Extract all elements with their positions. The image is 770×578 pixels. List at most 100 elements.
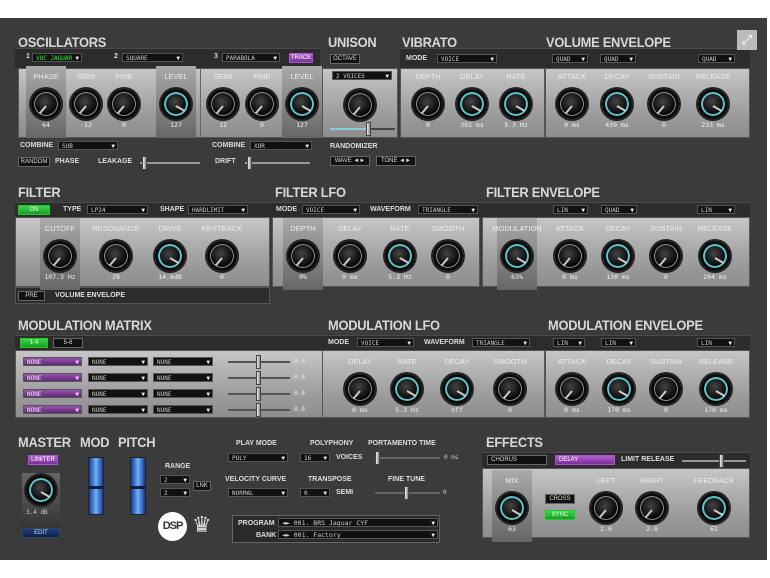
filter-lfo-rate-knob[interactable]: [385, 241, 415, 271]
osc2-wave-dropdown[interactable]: SQUARE: [122, 53, 183, 62]
vol-attack-knob[interactable]: [557, 89, 587, 119]
filter-attack-curve-dropdown[interactable]: LIN: [553, 205, 588, 214]
filter-on-button[interactable]: ON: [18, 205, 50, 215]
keytrack-knob[interactable]: [207, 241, 237, 271]
feedback-knob[interactable]: [699, 493, 729, 523]
mod-via-dropdown[interactable]: NONE: [153, 357, 213, 366]
filter-decay-knob[interactable]: [603, 241, 633, 271]
drift-slider[interactable]: [245, 156, 310, 170]
drive-knob[interactable]: [155, 241, 185, 271]
filter-shape-dropdown[interactable]: HARDLIMIT: [188, 205, 248, 214]
mod-release-knob[interactable]: [701, 374, 731, 404]
leakage-slider[interactable]: [140, 156, 200, 170]
resonance-knob[interactable]: [101, 241, 131, 271]
pitch-wheel[interactable]: [130, 457, 146, 515]
vibrato-rate-knob[interactable]: [501, 89, 531, 119]
level-knob[interactable]: [161, 89, 191, 119]
transpose-dropdown[interactable]: 0: [300, 488, 330, 497]
delay-button[interactable]: DELAY: [555, 455, 615, 465]
mod-sustain-knob[interactable]: [651, 374, 681, 404]
randomize-wave-button[interactable]: WAVE ◄►: [330, 156, 370, 166]
range-up-dropdown[interactable]: 2: [160, 475, 190, 484]
unison-knob[interactable]: [345, 90, 375, 120]
mod-lfo-decay-knob[interactable]: [442, 374, 472, 404]
vol-release-knob[interactable]: [698, 89, 728, 119]
mod-destination-dropdown[interactable]: NONE: [88, 405, 148, 414]
mod-destination-dropdown[interactable]: NONE: [88, 389, 148, 398]
cross-button[interactable]: CROSS: [545, 494, 575, 504]
mod-amount-slider[interactable]: [228, 355, 290, 369]
sync-button[interactable]: SYNC: [545, 510, 575, 520]
tab-5-8[interactable]: 5-8: [53, 338, 83, 348]
delay-right-knob[interactable]: [637, 493, 667, 523]
master-volume-knob[interactable]: [26, 475, 56, 505]
mod-via-dropdown[interactable]: NONE: [153, 405, 213, 414]
delay-left-knob[interactable]: [591, 493, 621, 523]
filter-attack-knob[interactable]: [555, 241, 585, 271]
filter-sustain-knob[interactable]: [651, 241, 681, 271]
link-button[interactable]: LNK: [193, 481, 211, 491]
slider-handle[interactable]: [256, 371, 261, 385]
track-button[interactable]: TRACK: [289, 53, 313, 63]
pre-button[interactable]: PRE: [18, 291, 45, 301]
filter-lfo-mode-dropdown[interactable]: VOICE: [302, 205, 360, 214]
combine-dropdown-2[interactable]: XOR: [250, 141, 312, 150]
filter-lfo-delay-knob[interactable]: [335, 241, 365, 271]
portamento-slider[interactable]: [375, 451, 440, 465]
mix-knob[interactable]: [497, 493, 527, 523]
bank-selector[interactable]: ◄► 001. Factory: [278, 530, 438, 539]
octave-button[interactable]: OCTAVE: [330, 54, 360, 64]
slider-handle[interactable]: [256, 403, 261, 417]
chorus-button[interactable]: CHORUS: [487, 455, 547, 465]
fine-knob[interactable]: [109, 89, 139, 119]
mod-destination-dropdown[interactable]: NONE: [88, 373, 148, 382]
vol-decay-curve-dropdown[interactable]: QUAD: [600, 54, 636, 63]
filter-release-knob[interactable]: [700, 241, 730, 271]
slider-handle[interactable]: [366, 122, 371, 136]
level-knob-2[interactable]: [287, 89, 317, 119]
mod-attack-knob[interactable]: [557, 374, 587, 404]
tab-1-4[interactable]: 1-4: [20, 338, 48, 348]
slider-handle[interactable]: [256, 355, 261, 369]
mod-source-dropdown[interactable]: NONE: [23, 405, 82, 414]
filter-lfo-smooth-knob[interactable]: [433, 241, 463, 271]
filter-decay-curve-dropdown[interactable]: QUAD: [601, 205, 637, 214]
mod-amount-slider[interactable]: [228, 403, 290, 417]
slider-handle[interactable]: [247, 156, 252, 170]
mod-lfo-delay-knob[interactable]: [345, 374, 375, 404]
vol-sustain-knob[interactable]: [649, 89, 679, 119]
mod-lfo-waveform-dropdown[interactable]: TRIANGLE: [472, 338, 530, 347]
vibrato-depth-knob[interactable]: [413, 89, 443, 119]
osc1-wave-dropdown[interactable]: VOC JAGUAR: [32, 53, 82, 62]
slider-handle[interactable]: [142, 156, 147, 170]
vol-decay-knob[interactable]: [602, 89, 632, 119]
filter-release-curve-dropdown[interactable]: LIN: [697, 205, 735, 214]
mod-amount-slider[interactable]: [228, 371, 290, 385]
mod-source-dropdown[interactable]: NONE: [23, 357, 82, 366]
slider-handle[interactable]: [404, 486, 409, 500]
slider-handle[interactable]: [719, 454, 724, 468]
mod-via-dropdown[interactable]: NONE: [153, 373, 213, 382]
cutoff-knob[interactable]: [45, 241, 75, 271]
range-down-dropdown[interactable]: 2: [160, 488, 190, 497]
slider-handle[interactable]: [375, 451, 380, 465]
mod-destination-dropdown[interactable]: NONE: [88, 357, 148, 366]
program-selector[interactable]: ◄► 001. BRS Jaguar CYF: [278, 518, 438, 527]
osc3-wave-dropdown[interactable]: PARABOLA: [222, 53, 280, 62]
filter-type-dropdown[interactable]: LP24: [87, 205, 148, 214]
random-phase-button[interactable]: RANDOM: [18, 157, 50, 167]
filter-modulation-knob[interactable]: [502, 241, 532, 271]
filter-lfo-depth-knob[interactable]: [288, 241, 318, 271]
randomize-tone-button[interactable]: TONE ◄►: [376, 156, 416, 166]
mod-via-dropdown[interactable]: NONE: [153, 389, 213, 398]
mod-source-dropdown[interactable]: NONE: [23, 389, 82, 398]
mod-attack-curve-dropdown[interactable]: LIN: [553, 338, 585, 347]
edit-button[interactable]: EDIT: [22, 528, 60, 538]
mod-source-dropdown[interactable]: NONE: [23, 373, 82, 382]
expand-icon[interactable]: ⤢: [737, 30, 757, 50]
vibrato-mode-dropdown[interactable]: VOICE: [437, 54, 497, 63]
unison-slider[interactable]: [330, 122, 395, 136]
mod-lfo-smooth-knob[interactable]: [495, 374, 525, 404]
mod-lfo-rate-knob[interactable]: [392, 374, 422, 404]
vol-attack-curve-dropdown[interactable]: QUAD: [552, 54, 588, 63]
